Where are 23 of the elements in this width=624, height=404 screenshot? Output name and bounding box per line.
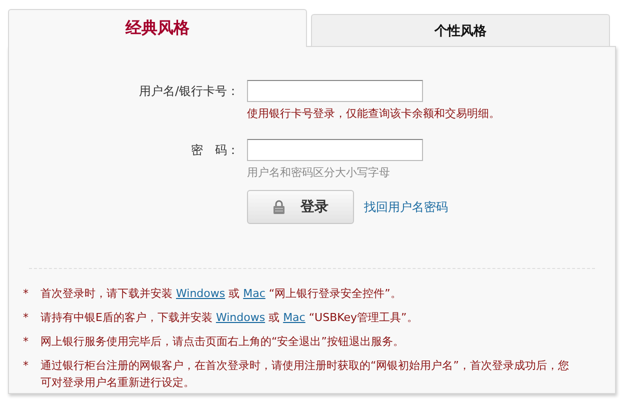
download-link[interactable]: Windows xyxy=(176,287,226,300)
input-field[interactable] xyxy=(247,80,423,102)
field-hint: 用户名和密码区分大小写字母 xyxy=(247,165,391,180)
field-hint: 使用银行卡号登录，仅能查询该卡余额和交易明细。 xyxy=(247,106,501,121)
login-button[interactable]: 登录 xyxy=(247,190,354,224)
download-link[interactable]: Windows xyxy=(216,311,266,324)
bullet-mark: * xyxy=(23,334,28,350)
bullet-mark: * xyxy=(23,310,28,326)
input-field[interactable] xyxy=(247,139,423,161)
note-text: 请持有中银E盾的客户，下载并安装 Windows 或 Mac “USBKey管理工具”。 xyxy=(40,310,418,326)
field-label: 用户名/银行卡号： xyxy=(138,82,239,100)
note-text: 通过银行柜台注册的网银客户，在首次登录时，请使用注册时获取的“网银初始用户名”，首次登录成功后，您可对登录用户名重新进行设定。 xyxy=(40,358,570,391)
recover-link[interactable]: 找回用户名密码 xyxy=(364,198,448,216)
note-text: 网上银行服务使用完毕后，请点击页面右上角的“安全退出”按钮退出服务。 xyxy=(40,334,404,350)
note-text: 首次登录时，请下载并安装 Windows 或 Mac “网上银行登录安全控件”。 xyxy=(40,286,402,302)
field-label: 密 码： xyxy=(190,142,239,158)
tab[interactable]: 经典风格 xyxy=(8,9,307,47)
bullet-mark: * xyxy=(23,358,28,374)
download-link[interactable]: Mac xyxy=(283,311,306,324)
lock-icon xyxy=(272,200,284,214)
download-link[interactable]: Mac xyxy=(243,287,266,300)
tab[interactable]: 个性风格 xyxy=(311,14,610,46)
bullet-mark: * xyxy=(23,286,28,302)
